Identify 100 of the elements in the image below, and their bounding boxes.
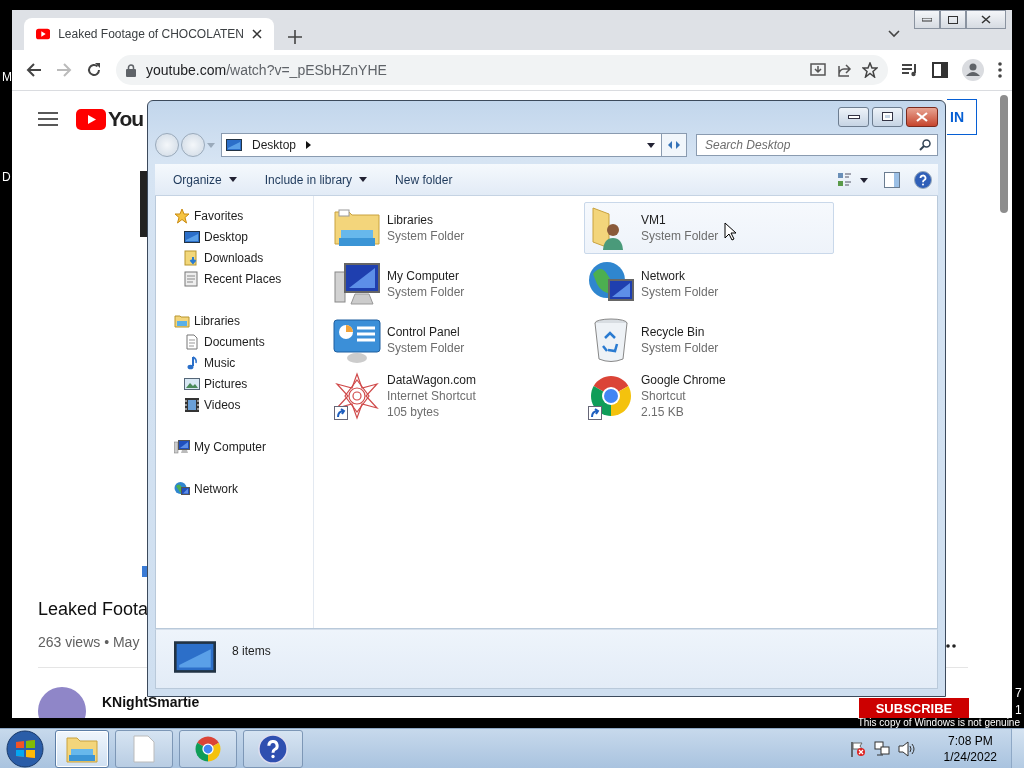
back-icon[interactable] xyxy=(26,62,42,78)
tab-search-icon[interactable] xyxy=(888,30,900,38)
desktop-icon-label[interactable]: M xyxy=(2,70,12,84)
item-name: Libraries xyxy=(387,212,434,228)
item-name: Network xyxy=(641,268,685,284)
preview-pane-icon[interactable] xyxy=(884,171,900,188)
file-list-item[interactable]: Network System Folder xyxy=(584,258,834,310)
help-icon[interactable] xyxy=(914,170,932,189)
file-list-item[interactable]: Google Chrome Shortcut 2.15 KB xyxy=(584,370,834,422)
refresh-button[interactable] xyxy=(662,133,687,157)
browser-tab[interactable]: Leaked Footage of CHOCOLATEN xyxy=(24,18,274,50)
genuine-notice: This copy of Windows is not genuine xyxy=(857,718,1020,728)
folder-icon xyxy=(66,734,98,763)
toolbar-button[interactable]: Organize xyxy=(165,168,245,191)
item-name: Control Panel xyxy=(387,324,460,340)
chevron-icon[interactable] xyxy=(306,141,312,149)
item-name: DataWagon.com xyxy=(387,372,476,388)
reload-icon[interactable] xyxy=(86,62,102,78)
nav-item[interactable]: Documents xyxy=(174,331,313,352)
mouse-cursor-icon xyxy=(724,222,736,241)
desktop-icon xyxy=(184,228,200,245)
file-list-item[interactable]: My Computer System Folder xyxy=(330,258,580,310)
new-tab-icon[interactable] xyxy=(288,30,302,44)
minimize-button[interactable] xyxy=(838,106,869,127)
item-name: VM1 xyxy=(641,212,666,228)
desktop-icon-label[interactable]: 1 xyxy=(1015,703,1022,717)
sign-in-button[interactable]: IN xyxy=(947,99,977,135)
maximize-button[interactable] xyxy=(940,10,966,29)
star-icon[interactable] xyxy=(862,62,878,78)
breadcrumb[interactable]: Desktop xyxy=(252,138,297,152)
close-button[interactable] xyxy=(966,10,1006,29)
close-button[interactable] xyxy=(906,106,938,127)
status-text: 8 items xyxy=(232,643,271,658)
refresh-icon xyxy=(667,139,681,151)
network-icon xyxy=(174,480,190,497)
subscribe-button[interactable]: SUBSCRIBE xyxy=(859,698,969,718)
toolbar-button[interactable]: Include in library xyxy=(256,168,376,191)
nav-item[interactable]: Videos xyxy=(174,394,313,415)
file-list-item[interactable]: Libraries System Folder xyxy=(330,202,580,254)
item-name: My Computer xyxy=(387,268,460,284)
side-panel-icon[interactable] xyxy=(932,62,948,78)
item-detail: Shortcut xyxy=(641,388,686,404)
start-button[interactable] xyxy=(5,729,45,768)
document-icon xyxy=(184,333,200,350)
channel-name[interactable]: KNightSmartie xyxy=(102,694,200,710)
nav-item[interactable]: Libraries xyxy=(174,310,313,331)
maximize-button[interactable] xyxy=(872,106,903,127)
network-icon[interactable] xyxy=(873,740,890,757)
search-field[interactable]: Search Desktop xyxy=(696,134,938,156)
film-icon xyxy=(184,396,200,413)
address-bar[interactable]: Desktop xyxy=(221,133,662,157)
toolbar-button[interactable]: New folder xyxy=(387,168,461,191)
star-icon xyxy=(174,207,190,224)
taskbar-button[interactable] xyxy=(115,729,173,768)
nav-item[interactable]: Network xyxy=(174,478,313,499)
item-detail: Internet Shortcut xyxy=(387,388,476,404)
address-bar[interactable]: youtube.com/watch?v=_pESbHZnYHE xyxy=(116,55,888,85)
caret-icon xyxy=(359,177,368,182)
item-name: Recycle Bin xyxy=(641,324,705,340)
view-options-icon[interactable] xyxy=(838,171,870,188)
nav-item[interactable]: Music xyxy=(174,352,313,373)
clock-time: 7:08 PM xyxy=(947,732,993,749)
action-center-flag-icon[interactable] xyxy=(849,740,866,757)
media-icon[interactable] xyxy=(902,63,918,77)
youtube-icon xyxy=(36,28,51,40)
more-icon[interactable] xyxy=(946,644,958,648)
scrollbar-thumb[interactable] xyxy=(1000,95,1008,213)
item-detail: 105 bytes xyxy=(387,404,440,420)
lock-icon xyxy=(126,63,136,77)
file-list-item[interactable]: VM1 System Folder xyxy=(584,202,834,254)
volume-icon[interactable] xyxy=(897,740,916,757)
taskbar-button[interactable] xyxy=(243,729,303,768)
nav-item[interactable]: Pictures xyxy=(174,373,313,394)
nav-item[interactable]: Recent Places xyxy=(174,268,313,289)
nav-item[interactable]: Downloads xyxy=(174,247,313,268)
taskbar-button[interactable] xyxy=(179,729,237,768)
clock-date: 1/24/2022 xyxy=(943,748,997,765)
youtube-logo-icon[interactable] xyxy=(76,108,106,130)
help-icon xyxy=(258,733,288,764)
desktop-icon-label[interactable]: D xyxy=(2,170,11,184)
nav-item[interactable]: Favorites xyxy=(174,205,313,226)
close-icon xyxy=(916,111,928,122)
menu-icon[interactable] xyxy=(998,62,1002,78)
taskbar-button[interactable] xyxy=(55,729,109,768)
nav-item[interactable]: My Computer xyxy=(174,436,313,457)
file-list-item[interactable]: Recycle Bin System Folder xyxy=(584,314,834,366)
url-text: youtube.com/watch?v=_pESbHZnYHE xyxy=(146,62,388,78)
profile-icon[interactable] xyxy=(962,59,984,81)
file-list-item[interactable]: DataWagon.com Internet Shortcut 105 bytes xyxy=(330,370,580,422)
desktop-icon-label[interactable]: 7 xyxy=(1015,686,1022,700)
recent-places-icon xyxy=(184,270,200,287)
nav-item[interactable]: Desktop xyxy=(174,226,313,247)
blank-file-icon xyxy=(133,734,155,763)
share-icon[interactable] xyxy=(836,62,852,78)
menu-icon[interactable] xyxy=(38,112,58,126)
install-icon[interactable] xyxy=(810,62,826,78)
clock[interactable]: 7:08 PM 1/24/2022 xyxy=(943,732,997,765)
item-detail: System Folder xyxy=(641,340,719,356)
file-list-item[interactable]: Control Panel System Folder xyxy=(330,314,580,366)
computer-icon xyxy=(333,260,381,308)
